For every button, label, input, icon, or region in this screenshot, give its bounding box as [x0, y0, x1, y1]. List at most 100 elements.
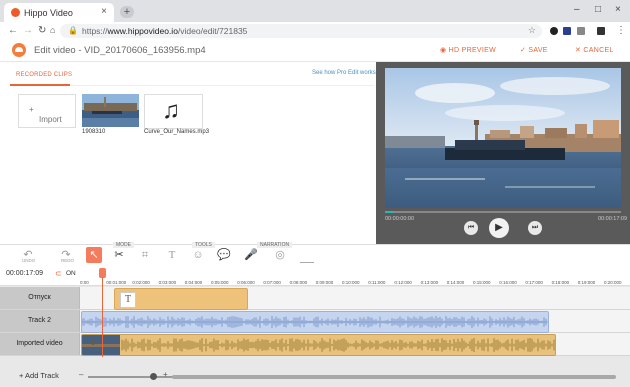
- bookmark-star-icon[interactable]: ☆: [528, 25, 536, 36]
- mic-narration-button[interactable]: 🎤: [243, 247, 259, 263]
- extension-icon[interactable]: [550, 27, 558, 35]
- ruler-tick-label: 0:00: [80, 280, 89, 285]
- import-label: + Import: [29, 105, 62, 124]
- menu-kebab-icon[interactable]: ⋮: [616, 25, 626, 36]
- clip-label: Curve_Our_Names.mp3: [144, 129, 210, 135]
- webcam-icon: ◎: [275, 249, 285, 261]
- hd-preview-label: HD PREVIEW: [448, 47, 497, 54]
- url-text: https://www.hippovideo.io/video/edit/721…: [82, 26, 248, 36]
- reload-icon[interactable]: ↻: [38, 25, 46, 36]
- cursor-mode-button[interactable]: ↖: [86, 247, 102, 263]
- video-preview-panel: 00:00:00:00 00:00:17:09 ⏮ ▶ ⏭: [376, 62, 630, 244]
- track-row: Imported video: [0, 333, 630, 356]
- tab-recorded-clips[interactable]: RECORDED CLIPS: [16, 72, 72, 78]
- hippo-favicon-icon: [11, 8, 20, 17]
- maximize-window-icon[interactable]: □: [595, 4, 601, 15]
- skip-back-button[interactable]: ⏮: [464, 221, 478, 235]
- editor-header: Edit video - VID_20170606_163956.mp4 ◉ H…: [0, 40, 630, 62]
- save-icon: ✓: [520, 47, 527, 54]
- track-label[interactable]: Imported video: [0, 333, 80, 355]
- address-toolbar: ← → ↻ ⌂ 🔒 https://www.hippovideo.io/vide…: [0, 22, 630, 41]
- video-waveform: [82, 335, 555, 355]
- browser-tab[interactable]: Hippo Video ×: [4, 3, 114, 22]
- skip-back-icon: ⏮: [467, 224, 475, 231]
- callout-tool-button[interactable]: 💬: [216, 247, 232, 263]
- forward-icon[interactable]: →: [23, 25, 33, 36]
- extension-icon[interactable]: [577, 27, 585, 35]
- cursor-icon: ↖: [89, 249, 99, 261]
- lock-icon: 🔒: [68, 26, 78, 35]
- home-icon[interactable]: ⌂: [50, 25, 55, 35]
- audio-waveform: [82, 316, 548, 328]
- url-input[interactable]: 🔒 https://www.hippovideo.io/video/edit/7…: [60, 24, 542, 38]
- track-label[interactable]: Отпуск: [0, 287, 80, 309]
- ruler-tick-label: 00:01:000: [106, 280, 127, 285]
- cancel-button[interactable]: ✕ CANCEL: [575, 46, 614, 54]
- browser-tab-bar: Hippo Video × + – □ ×: [0, 0, 630, 22]
- audio-clip[interactable]: [81, 311, 549, 333]
- play-button[interactable]: ▶: [489, 218, 509, 238]
- text-icon: T: [168, 249, 176, 261]
- ruler-tick-label: 0:02:000: [132, 280, 150, 285]
- save-button[interactable]: ✓ SAVE: [520, 46, 548, 54]
- timeline-ruler[interactable]: 00:00:17:09 ⊂ ON 0:00 00:01:000 0:02:000 0:…: [0, 265, 630, 286]
- microphone-icon: 🎤: [244, 249, 258, 261]
- timeline-timecode: 00:00:17:09: [6, 270, 43, 277]
- extension-icon[interactable]: [563, 27, 571, 35]
- playback-progress[interactable]: [385, 211, 621, 213]
- back-icon[interactable]: ←: [8, 25, 18, 36]
- ruler-tick-label: 0:08:000: [289, 280, 308, 285]
- ruler-tick-label: 0:09:000: [315, 280, 334, 285]
- new-tab-button[interactable]: +: [120, 6, 134, 18]
- zoom-out-icon[interactable]: –: [79, 370, 83, 379]
- track-row: Отпуск T: [0, 287, 630, 310]
- skip-forward-icon: ⏭: [531, 224, 539, 231]
- track-row: Track 2: [0, 310, 630, 333]
- active-tab-indicator: [10, 84, 70, 86]
- timeline-scrollbar[interactable]: [172, 375, 616, 379]
- scissors-icon: ✂: [114, 249, 124, 261]
- playhead-line: [102, 277, 103, 357]
- eye-icon: ◉: [440, 47, 447, 54]
- redo-label: REDO: [61, 258, 75, 263]
- ruler-tick-label: 0:16:000: [499, 280, 517, 285]
- audio-clip-thumbnail[interactable]: ♫: [144, 94, 203, 129]
- playback-progress-fill: [385, 211, 395, 213]
- minimize-window-icon[interactable]: –: [574, 4, 580, 15]
- crop-mode-button[interactable]: ⌗: [137, 247, 153, 263]
- skip-forward-button[interactable]: ⏭: [528, 221, 542, 235]
- clips-panel: RECORDED CLIPS See how Pro Edit works + …: [0, 62, 376, 244]
- ruler-tick-label: 0:17:000: [525, 280, 543, 285]
- hippo-logo-icon: [12, 43, 26, 57]
- zoom-in-icon[interactable]: +: [163, 370, 168, 379]
- magnet-icon[interactable]: ⊂: [55, 269, 62, 278]
- ruler-tick-label: 0:10:000: [342, 280, 360, 285]
- ruler-tick-label: 0:11:000: [368, 280, 386, 285]
- emoji-tool-button[interactable]: ☺: [190, 247, 206, 263]
- pro-edit-link[interactable]: See how Pro Edit works: [312, 70, 376, 76]
- close-tab-icon[interactable]: ×: [101, 6, 107, 17]
- video-frame[interactable]: [385, 68, 621, 208]
- hd-preview-button[interactable]: ◉ HD PREVIEW: [440, 46, 496, 54]
- clip-label: 1908310: [82, 129, 106, 135]
- track-label[interactable]: Track 2: [0, 310, 80, 332]
- import-button[interactable]: + Import: [18, 94, 76, 128]
- undo-label: UNDO: [22, 258, 36, 263]
- text-clip[interactable]: T: [114, 288, 248, 310]
- video-clip-thumbnail[interactable]: [82, 94, 139, 127]
- cut-mode-button[interactable]: ✂: [111, 247, 127, 263]
- save-label: SAVE: [528, 47, 548, 54]
- editor-toolbar: ↶ UNDO ↷ REDO MODE ↖ ✂ ⌗ TOOLS T ☺ 💬 NAR…: [0, 242, 630, 266]
- smiley-icon: ☺: [192, 249, 204, 261]
- text-tool-button[interactable]: T: [164, 247, 180, 263]
- venice-video-image: [385, 68, 621, 208]
- video-clip[interactable]: [81, 334, 556, 356]
- close-window-icon[interactable]: ×: [615, 4, 621, 15]
- zoom-slider-handle[interactable]: [150, 373, 157, 380]
- close-icon: ✕: [575, 47, 582, 54]
- webcam-narration-button[interactable]: ◎: [272, 247, 288, 263]
- add-track-button[interactable]: + Add Track: [19, 371, 59, 380]
- magnet-state-label: ON: [66, 270, 76, 277]
- profile-avatar[interactable]: [597, 27, 605, 35]
- ruler-tick-label: 0:04:000: [184, 280, 203, 285]
